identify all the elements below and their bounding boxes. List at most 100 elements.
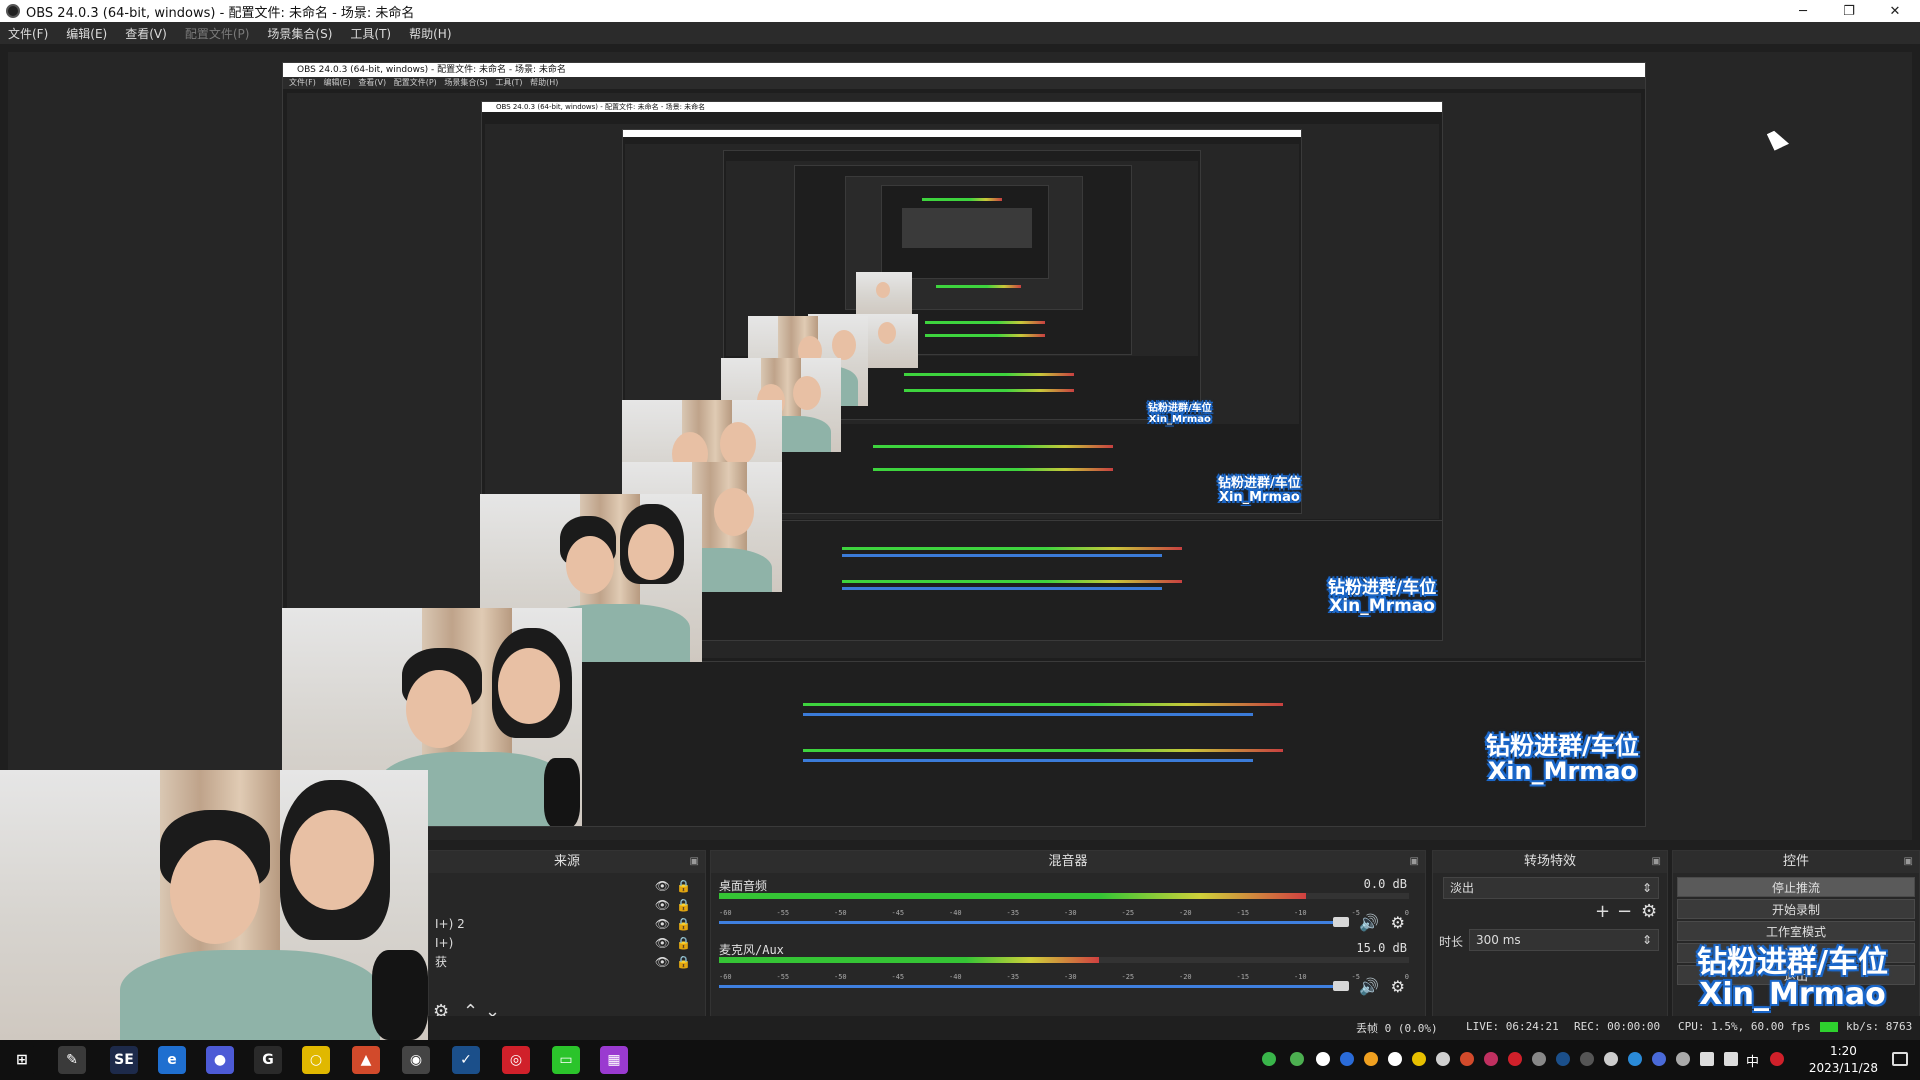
lock-icon[interactable]: 🔒 (676, 896, 691, 915)
menu-scene-collection[interactable]: 场景集合(S) (267, 25, 332, 42)
app-se-icon[interactable]: SE (110, 1046, 138, 1074)
studio-mode-button[interactable]: 工作室模式 (1677, 921, 1915, 941)
tray-monitor-icon[interactable] (1700, 1052, 1714, 1066)
volume-slider-handle[interactable] (1333, 981, 1349, 991)
lock-icon[interactable]: 🔒 (676, 934, 691, 953)
meter-tick-label: -10 (1294, 909, 1307, 917)
transition-gear-icon[interactable]: ⚙ (1641, 901, 1657, 922)
tray-windows-icon[interactable] (1316, 1052, 1330, 1066)
tray-bluetooth-icon[interactable] (1340, 1052, 1354, 1066)
transition-select[interactable]: 淡出 ⇕ (1443, 877, 1659, 899)
source-item[interactable]: I+) 2 👁 🔒 (429, 915, 695, 934)
tray-app-icon[interactable] (1262, 1052, 1276, 1066)
volume-slider[interactable] (719, 921, 1349, 924)
volume-slider-handle[interactable] (1333, 917, 1349, 927)
window-title: OBS 24.0.3 (64-bit, windows) - 配置文件: 未命名… (26, 5, 415, 21)
tray-up-arrow-icon[interactable] (1676, 1052, 1690, 1066)
webcam-capture-main (0, 770, 428, 1040)
speaker-icon[interactable]: 🔊 (1359, 977, 1379, 996)
clock[interactable]: 1:20 2023/11/28 (1809, 1043, 1878, 1077)
tray-game-icon[interactable] (1484, 1052, 1498, 1066)
lock-icon[interactable]: 🔒 (676, 915, 691, 934)
meter-tick-label: 0 (1404, 909, 1409, 917)
eye-icon[interactable]: 👁 (655, 896, 670, 915)
app-google-icon[interactable]: G (254, 1046, 282, 1074)
preview-canvas[interactable]: OBS 24.0.3 (64-bit, windows) - 配置文件: 未命名… (8, 52, 1912, 840)
lock-icon[interactable]: 🔒 (676, 877, 691, 896)
stop-streaming-button[interactable]: 停止推流 (1677, 877, 1915, 897)
app-steam-icon[interactable]: ✓ (452, 1046, 480, 1074)
app-firefox-icon[interactable]: ● (206, 1046, 234, 1074)
source-item[interactable]: 👁 🔒 (429, 877, 695, 896)
ime-indicator[interactable]: 中 (1746, 1051, 1759, 1070)
eye-icon[interactable]: 👁 (655, 934, 670, 953)
close-button[interactable]: ✕ (1872, 0, 1918, 22)
maximize-button[interactable]: ❐ (1826, 0, 1872, 22)
app-media-icon[interactable]: ▦ (600, 1046, 628, 1074)
menu-edit[interactable]: 编辑(E) (66, 25, 107, 42)
mixer-channel-desktop: 桌面音频 0.0 dB -60 -55 -50 -45 -40 -35 -30 -25 -20 -… (717, 877, 1409, 937)
panel-float-icon[interactable]: ▣ (1904, 851, 1913, 873)
duration-input[interactable]: 300 ms ⇕ (1469, 929, 1659, 951)
source-item[interactable]: 👁 🔒 (429, 896, 695, 915)
start-recording-button[interactable]: 开始录制 (1677, 899, 1915, 919)
tray-security-icon[interactable] (1364, 1052, 1378, 1066)
controls-title: 控件 (1673, 851, 1919, 873)
eye-icon[interactable]: 👁 (655, 953, 670, 972)
app-chrome-icon[interactable]: ○ (302, 1046, 330, 1074)
tray-github-icon[interactable] (1388, 1052, 1402, 1066)
volume-slider[interactable] (719, 985, 1349, 988)
source-item[interactable]: 获 👁 🔒 (429, 953, 695, 972)
notification-icon[interactable] (1892, 1052, 1908, 1066)
speaker-icon[interactable]: 🔊 (1359, 913, 1379, 932)
transitions-panel: 转场特效 ▣ 淡出 ⇕ + − ⚙ 时长 300 ms ⇕ (1432, 850, 1668, 1030)
menu-view[interactable]: 查看(V) (125, 25, 167, 42)
meter-tick-label: -55 (776, 973, 790, 981)
add-transition-icon[interactable]: + (1595, 901, 1610, 922)
app-edge-icon[interactable]: e (158, 1046, 186, 1074)
menu-help[interactable]: 帮助(H) (409, 25, 451, 42)
meter-tick-label: -30 (1064, 973, 1077, 981)
channel-gear-icon[interactable]: ⚙ (1391, 913, 1405, 932)
tray-fox-icon[interactable] (1460, 1052, 1474, 1066)
meter-tick-label: -45 (891, 973, 905, 981)
tray-netease-icon[interactable] (1508, 1052, 1522, 1066)
app-netease-icon[interactable]: ◎ (502, 1046, 530, 1074)
tray-wechat-icon[interactable] (1290, 1052, 1304, 1066)
app-pen-icon[interactable]: ✎ (58, 1046, 86, 1074)
eye-icon[interactable]: 👁 (655, 877, 670, 896)
tray-sogou-icon[interactable] (1770, 1052, 1784, 1066)
tray-usb-icon[interactable] (1436, 1052, 1450, 1066)
mixer-channel-mic: 麦克风/Aux 15.0 dB -60 -55 -50 -45 -40 -35 -30 -25… (717, 941, 1409, 1001)
tray-se-icon[interactable] (1652, 1052, 1666, 1066)
tray-network-icon[interactable] (1628, 1052, 1642, 1066)
app-fox-icon[interactable]: ▲ (352, 1046, 380, 1074)
bitrate: kb/s: 8763 (1846, 1020, 1913, 1033)
menu-profile[interactable]: 配置文件(P) (185, 25, 250, 42)
source-item[interactable]: I+) 👁 🔒 (429, 934, 695, 953)
remove-transition-icon[interactable]: − (1617, 901, 1632, 922)
meter-tick-label: -20 (1179, 909, 1192, 917)
duration-value: 300 ms (1476, 933, 1521, 947)
tray-misc-icon[interactable] (1532, 1052, 1546, 1066)
panel-float-icon[interactable]: ▣ (1410, 851, 1419, 873)
tray-volume-icon[interactable] (1724, 1052, 1738, 1066)
eye-icon[interactable]: 👁 (655, 915, 670, 934)
nested-menu: 文件(F) 编辑(E) 查看(V) 配置文件(P) 场景集合(S) 工具(T) … (283, 77, 1645, 89)
menu-tools[interactable]: 工具(T) (350, 25, 391, 42)
tray-obs-icon[interactable] (1580, 1052, 1594, 1066)
watermark-small-1: 钻粉进群/车位 Xin_Mrmao (1328, 578, 1437, 616)
panel-float-icon[interactable]: ▣ (1652, 851, 1661, 873)
tray-steam-icon[interactable] (1556, 1052, 1570, 1066)
app-obs-icon[interactable]: ◉ (402, 1046, 430, 1074)
start-icon[interactable]: ⊞ (8, 1046, 36, 1074)
menu-file[interactable]: 文件(F) (8, 25, 48, 42)
panel-float-icon[interactable]: ▣ (690, 851, 699, 873)
meter-tick-label: -15 (1236, 909, 1250, 917)
channel-gear-icon[interactable]: ⚙ (1391, 977, 1405, 996)
tray-chrome-icon[interactable] (1412, 1052, 1426, 1066)
tray-mic-icon[interactable] (1604, 1052, 1618, 1066)
lock-icon[interactable]: 🔒 (676, 953, 691, 972)
app-iqiyi-icon[interactable]: ▭ (552, 1046, 580, 1074)
minimize-button[interactable]: ─ (1780, 0, 1826, 22)
